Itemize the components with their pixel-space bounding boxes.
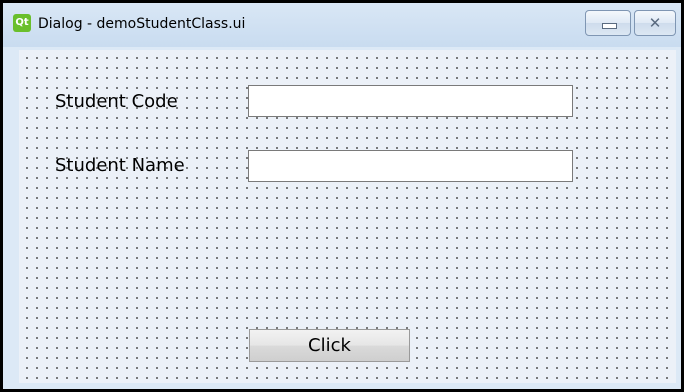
click-button[interactable]: Click — [249, 329, 410, 362]
title-bar[interactable]: Qt Dialog - demoStudentClass.ui ✕ — [3, 3, 681, 47]
qt-icon: Qt — [13, 14, 31, 32]
minimize-button[interactable] — [585, 10, 631, 36]
close-icon: ✕ — [648, 14, 662, 32]
close-button[interactable]: ✕ — [634, 10, 676, 36]
minimize-icon — [602, 23, 617, 29]
window-title: Dialog - demoStudentClass.ui — [38, 16, 246, 32]
dialog-window: Qt Dialog - demoStudentClass.ui ✕ Studen… — [0, 0, 684, 392]
student-code-input[interactable] — [248, 85, 573, 117]
student-name-label: Student Name — [55, 155, 185, 176]
student-name-input[interactable] — [248, 150, 573, 182]
student-code-label: Student Code — [55, 91, 178, 112]
form-canvas: Student Code Student Name Click — [19, 50, 676, 383]
